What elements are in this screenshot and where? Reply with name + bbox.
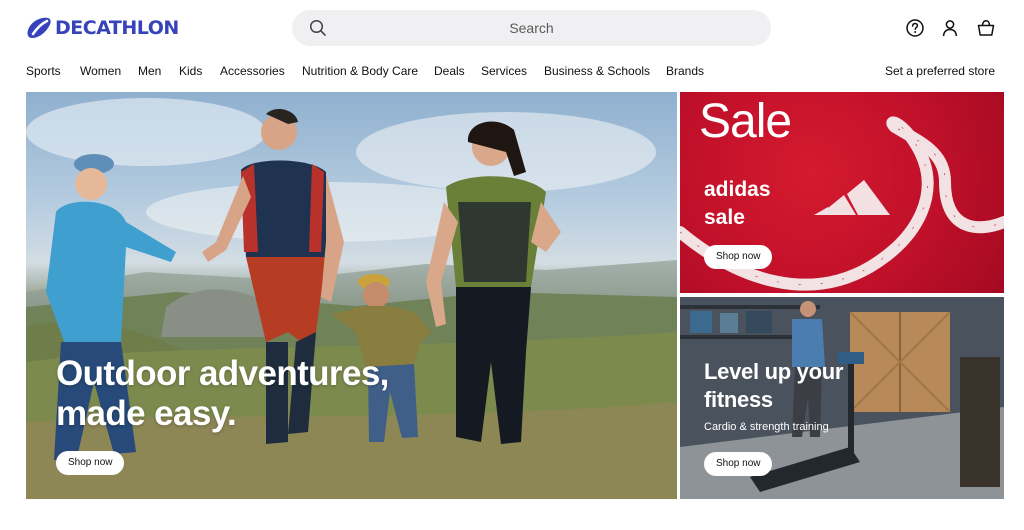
set-preferred-store-link[interactable]: Set a preferred store — [885, 64, 995, 78]
nav-item-men[interactable]: Men — [138, 64, 161, 78]
nav-item-nutrition[interactable]: Nutrition & Body Care — [302, 64, 418, 78]
hero-shop-now-button[interactable]: Shop now — [56, 451, 125, 475]
nav-item-services[interactable]: Services — [481, 64, 527, 78]
search-bar[interactable] — [292, 10, 771, 46]
search-input[interactable] — [292, 10, 771, 46]
adidas-logo-icon — [814, 180, 890, 215]
nav-item-sports[interactable]: Sports — [26, 64, 61, 78]
search-icon[interactable] — [309, 19, 327, 37]
hero-banner[interactable]: Outdoor adventures, made easy. Shop now — [26, 92, 677, 499]
account-icon[interactable] — [939, 17, 961, 39]
nav-item-accessories[interactable]: Accessories — [220, 64, 285, 78]
site-header: DECATHLON — [0, 0, 1024, 56]
nav-item-deals[interactable]: Deals — [434, 64, 465, 78]
nav-item-brands[interactable]: Brands — [666, 64, 704, 78]
decathlon-logo[interactable]: DECATHLON — [26, 15, 179, 41]
nav-item-kids[interactable]: Kids — [179, 64, 202, 78]
sale-headline: Sale — [699, 95, 792, 148]
fitness-subtitle: Cardio & strength training — [704, 421, 829, 433]
hero-title: Outdoor adventures, made easy. — [56, 354, 389, 433]
sale-shop-now-button[interactable]: Shop now — [704, 245, 773, 269]
basket-icon[interactable] — [975, 17, 997, 39]
sale-subtitle: adidas sale — [704, 178, 771, 229]
fitness-banner[interactable]: Level up your fitness Cardio & strength … — [680, 297, 1004, 499]
main-navigation: Sports Women Men Kids Accessories Nutrit… — [0, 60, 1024, 84]
adidas-sale-banner[interactable]: Sale adidas sale Shop now — [680, 92, 1004, 293]
nav-item-business-schools[interactable]: Business & Schools — [544, 64, 650, 78]
hero-image — [26, 98, 677, 499]
help-icon[interactable] — [904, 17, 926, 39]
brand-name: DECATHLON — [55, 17, 179, 39]
decathlon-logo-icon — [27, 17, 51, 38]
fitness-shop-now-button[interactable]: Shop now — [704, 452, 773, 476]
nav-item-women[interactable]: Women — [80, 64, 121, 78]
fitness-title: Level up your fitness — [704, 359, 844, 412]
